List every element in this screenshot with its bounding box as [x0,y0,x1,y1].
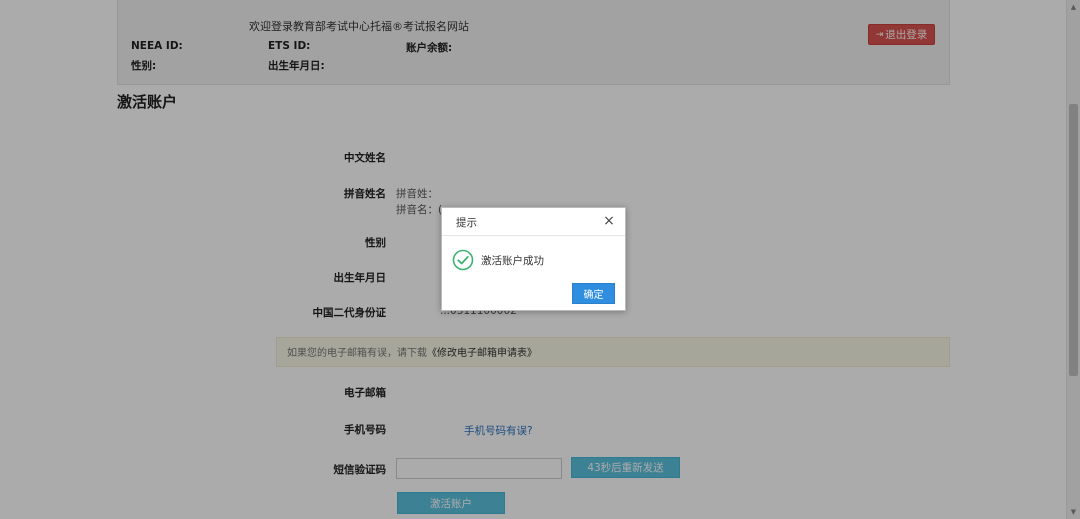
close-icon[interactable]: × [602,213,616,229]
success-dialog: 提示 × 激活账户成功 确定 [441,207,626,311]
confirm-button[interactable]: 确定 [572,283,615,304]
dialog-message: 激活账户成功 [481,255,544,267]
dialog-header: 提示 × [442,208,625,236]
check-circle-icon [452,249,474,271]
dialog-title: 提示 [456,217,477,229]
